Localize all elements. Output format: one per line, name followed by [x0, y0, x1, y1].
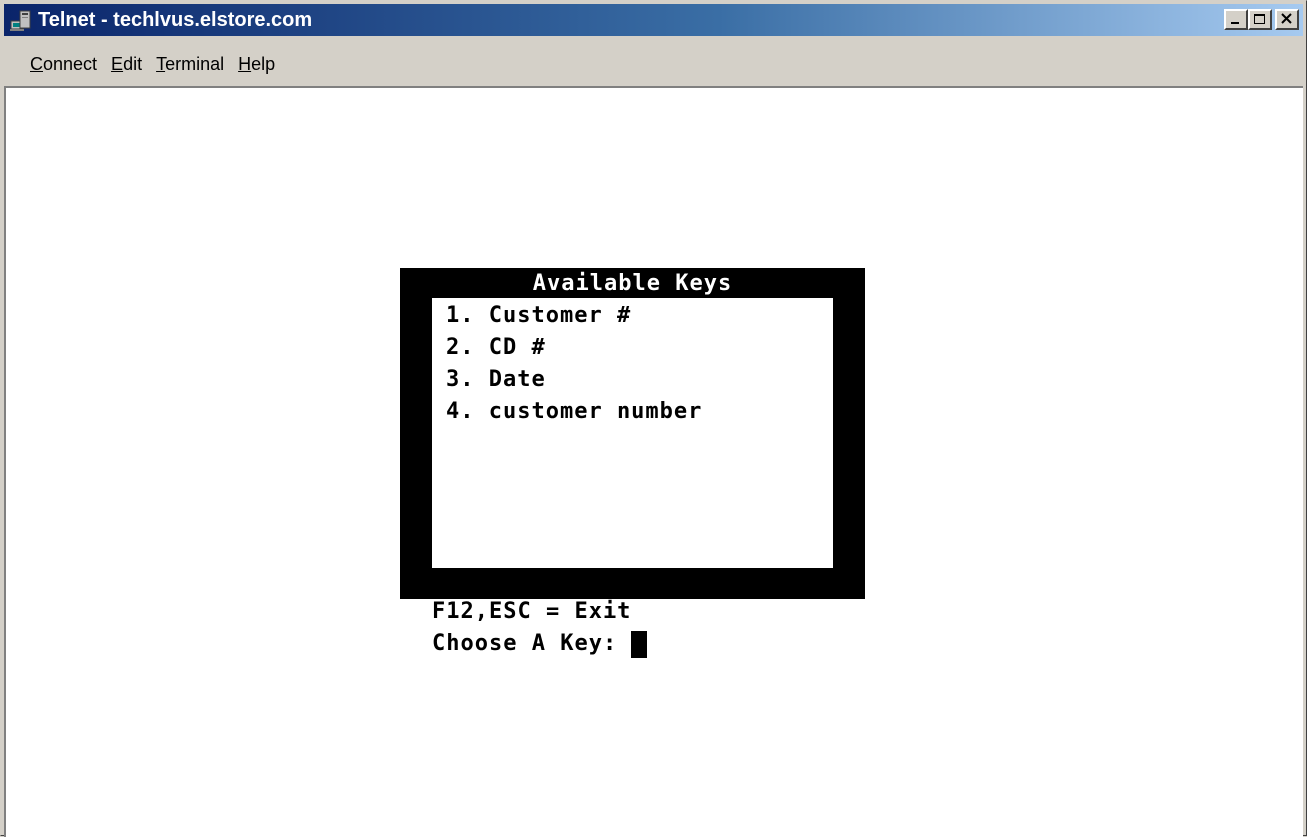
minimize-button[interactable]: [1224, 9, 1248, 30]
terminal-screen[interactable]: Available Keys 1. Customer # 2. CD # 3. …: [4, 86, 1303, 837]
menu-help-rest: elp: [251, 54, 276, 74]
title-bar[interactable]: Telnet - techlvus.elstore.com: [4, 4, 1303, 36]
menu-bar: Connect Edit Terminal Help: [4, 38, 1303, 86]
maximize-icon: [1254, 14, 1265, 24]
window-title: Telnet - techlvus.elstore.com: [38, 8, 313, 31]
close-button[interactable]: [1275, 9, 1299, 30]
list-item: 3. Date: [446, 367, 546, 392]
key-prompt-label: Choose A Key:: [432, 631, 618, 656]
available-keys-box: Available Keys 1. Customer # 2. CD # 3. …: [400, 268, 865, 599]
text-cursor: [631, 630, 648, 658]
list-item: 1. Customer #: [446, 303, 632, 328]
keys-box-title: Available Keys: [532, 271, 733, 296]
list-item: 2. CD #: [446, 335, 546, 360]
telnet-window: Telnet - techlvus.elstore.com Connect Ed…: [0, 0, 1307, 837]
menu-edit[interactable]: Edit: [111, 54, 142, 75]
minimize-icon: [1231, 22, 1239, 24]
telnet-computer-icon[interactable]: [10, 9, 32, 31]
menu-connect-rest: onnect: [43, 54, 98, 74]
list-item: 4. customer number: [446, 399, 703, 424]
menu-terminal-accel: T: [156, 54, 166, 74]
menu-edit-accel: E: [111, 54, 124, 74]
key-prompt-line[interactable]: Choose A Key:: [432, 628, 648, 660]
menu-help-accel: H: [238, 54, 252, 74]
exit-hint: F12,ESC = Exit: [432, 599, 632, 624]
menu-connect[interactable]: Connect: [30, 54, 97, 75]
menu-terminal[interactable]: Terminal: [156, 54, 224, 75]
key-list: 1. Customer # 2. CD # 3. Date 4. custome…: [446, 300, 702, 428]
caption-buttons: [1224, 9, 1299, 30]
menu-edit-rest: dit: [123, 54, 143, 74]
maximize-button[interactable]: [1248, 9, 1272, 30]
menu-terminal-rest: erminal: [165, 54, 225, 74]
menu-connect-accel: C: [30, 54, 43, 74]
close-icon: [1281, 13, 1292, 24]
keys-list-panel: 1. Customer # 2. CD # 3. Date 4. custome…: [432, 298, 833, 568]
menu-help[interactable]: Help: [238, 54, 275, 75]
